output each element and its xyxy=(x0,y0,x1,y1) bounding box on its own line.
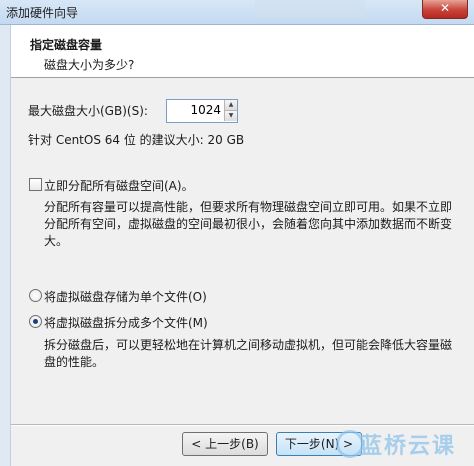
wizard-header: 指定磁盘容量 磁盘大小为多少? xyxy=(11,25,474,78)
left-decoration-strip xyxy=(0,25,11,466)
watermark-text: 蓝桥云课 xyxy=(330,428,456,462)
footer-divider xyxy=(11,424,474,426)
split-files-description: 拆分磁盘后，可以更轻松地在计算机之间移动虚拟机，但可能会降低大容量磁盘的性能。 xyxy=(44,338,453,369)
window-title: 添加硬件向导 xyxy=(6,6,79,20)
allocate-all-label[interactable]: 立即分配所有磁盘空间(A)。 xyxy=(44,177,194,194)
recommended-size-text: 针对 CentOS 64 位 的建议大小: 20 GB xyxy=(28,133,245,147)
split-multiple-files-label[interactable]: 将虚拟磁盘拆分成多个文件(M) xyxy=(44,314,208,331)
page-title: 指定磁盘容量 xyxy=(30,38,103,52)
watermark-label: 蓝桥云课 xyxy=(360,434,457,459)
split-multiple-files-radio[interactable] xyxy=(29,315,42,328)
title-bar-background-ghost xyxy=(255,0,365,17)
spin-down-icon[interactable]: ▼ xyxy=(224,111,237,121)
max-disk-size-stepper[interactable]: ▲ ▼ xyxy=(166,99,238,123)
max-disk-size-input[interactable] xyxy=(167,100,223,120)
back-button[interactable]: < 上一步(B) xyxy=(182,432,268,456)
allocate-all-description: 分配所有容量可以提高性能，但要求所有物理磁盘空间立即可用。如果不立即分配所有空间… xyxy=(44,200,453,248)
close-button[interactable]: ✕ xyxy=(422,0,468,19)
store-single-file-label[interactable]: 将虚拟磁盘存储为单个文件(O) xyxy=(44,288,207,305)
store-single-file-radio[interactable] xyxy=(29,289,42,302)
title-bar: 添加硬件向导 ✕ xyxy=(0,0,474,25)
page-subtitle: 磁盘大小为多少? xyxy=(44,58,135,72)
spin-up-icon[interactable]: ▲ xyxy=(224,100,237,111)
max-disk-size-label: 最大磁盘大小(GB)(S): xyxy=(28,104,148,118)
radio-selected-dot xyxy=(33,319,38,324)
add-hardware-wizard-window: 添加硬件向导 ✕ 指定磁盘容量 磁盘大小为多少? 最大磁盘大小(GB)(S): … xyxy=(0,0,474,466)
allocate-all-checkbox[interactable] xyxy=(29,178,42,191)
